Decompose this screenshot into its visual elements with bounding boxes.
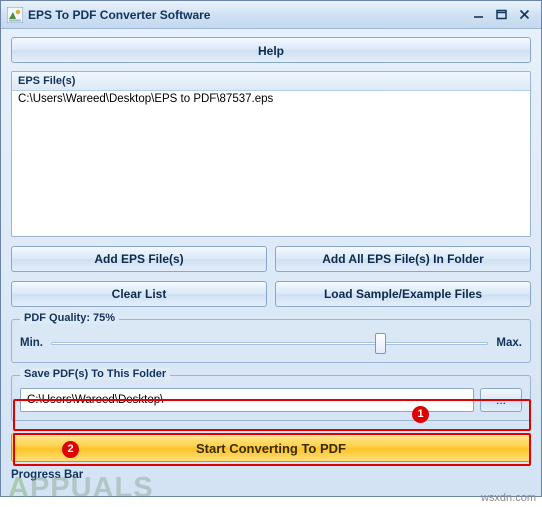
save-folder-input[interactable]	[20, 388, 474, 412]
quality-max-label: Max.	[496, 337, 522, 349]
site-watermark: wsxdn.com	[480, 492, 536, 504]
save-folder-legend: Save PDF(s) To This Folder	[20, 368, 171, 380]
help-button[interactable]: Help	[11, 37, 531, 63]
appuals-watermark-a: A	[8, 472, 30, 504]
save-folder-row: ...	[20, 388, 522, 412]
application-window: EPS To PDF Converter Software Help EPS F…	[0, 0, 542, 497]
window-controls	[472, 8, 537, 21]
pdf-quality-slider-area: Min. Max.	[20, 332, 522, 354]
add-eps-files-button[interactable]: Add EPS File(s)	[11, 246, 267, 272]
eps-file-list-header: EPS File(s)	[12, 72, 530, 91]
file-action-row-2: Clear List Load Sample/Example Files	[11, 281, 531, 307]
quality-slider-track	[51, 342, 489, 345]
load-sample-files-button[interactable]: Load Sample/Example Files	[275, 281, 531, 307]
quality-slider-thumb[interactable]	[375, 333, 387, 354]
close-icon[interactable]	[518, 8, 531, 21]
clear-list-button[interactable]: Clear List	[11, 281, 267, 307]
screenshot-root: EPS To PDF Converter Software Help EPS F…	[0, 0, 542, 507]
file-action-row-1: Add EPS File(s) Add All EPS File(s) In F…	[11, 246, 531, 272]
title-bar: EPS To PDF Converter Software	[1, 1, 541, 29]
add-all-eps-in-folder-button[interactable]: Add All EPS File(s) In Folder	[275, 246, 531, 272]
appuals-watermark: APPUALS	[8, 472, 154, 505]
save-folder-group: Save PDF(s) To This Folder ...	[11, 368, 531, 421]
quality-slider[interactable]	[51, 332, 489, 354]
minimize-icon[interactable]	[472, 8, 485, 21]
list-item[interactable]: C:\Users\Wareed\Desktop\EPS to PDF\87537…	[12, 91, 530, 107]
pdf-quality-group: PDF Quality: 75% Min. Max.	[11, 312, 531, 363]
start-converting-button[interactable]: Start Converting To PDF	[11, 433, 531, 462]
window-title: EPS To PDF Converter Software	[28, 7, 211, 22]
pdf-quality-legend: PDF Quality: 75%	[20, 312, 120, 324]
browse-folder-button[interactable]: ...	[480, 388, 522, 412]
maximize-icon[interactable]	[495, 8, 508, 21]
appuals-watermark-text: PPUALS	[29, 472, 154, 504]
eps-file-list[interactable]: EPS File(s) C:\Users\Wareed\Desktop\EPS …	[11, 71, 531, 237]
quality-min-label: Min.	[20, 337, 43, 349]
app-icon	[6, 6, 24, 23]
window-body: Help EPS File(s) C:\Users\Wareed\Desktop…	[1, 29, 541, 481]
